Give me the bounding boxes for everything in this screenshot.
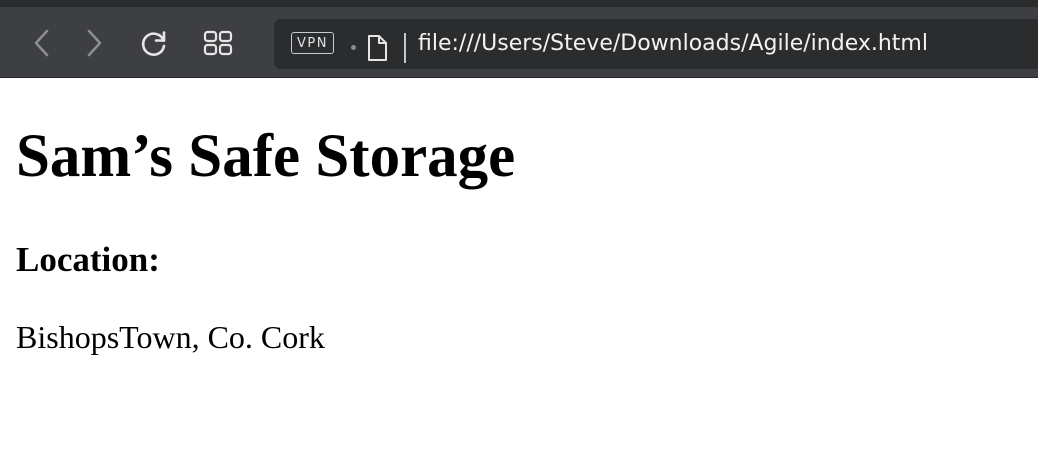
url-field[interactable]: file:///Users/Steve/Downloads/Agile/inde… <box>418 31 928 57</box>
tab-grid-icon <box>203 30 233 56</box>
page-content: Sam’s Safe Storage Location: BishopsTown… <box>0 78 1038 476</box>
tab-overview-button[interactable] <box>200 25 236 61</box>
back-button[interactable] <box>24 25 60 61</box>
vpn-badge[interactable]: VPN <box>291 32 334 54</box>
document-icon <box>366 34 388 67</box>
chevron-right-icon <box>87 29 102 57</box>
separator-dot <box>351 45 356 50</box>
browser-toolbar: VPN file:///Users/Steve/Downloads/Agile/… <box>0 0 1038 78</box>
forward-button[interactable] <box>76 25 112 61</box>
browser-window: VPN file:///Users/Steve/Downloads/Agile/… <box>0 0 1038 476</box>
reload-button[interactable] <box>136 25 172 61</box>
chevron-left-icon <box>34 29 49 57</box>
location-heading: Location: <box>16 240 160 279</box>
address-bar[interactable]: VPN file:///Users/Steve/Downloads/Agile/… <box>274 19 1038 69</box>
page-title: Sam’s Safe Storage <box>16 123 516 190</box>
reload-icon <box>141 31 166 56</box>
location-value: BishopsTown, Co. Cork <box>16 319 325 355</box>
address-divider <box>404 33 406 63</box>
